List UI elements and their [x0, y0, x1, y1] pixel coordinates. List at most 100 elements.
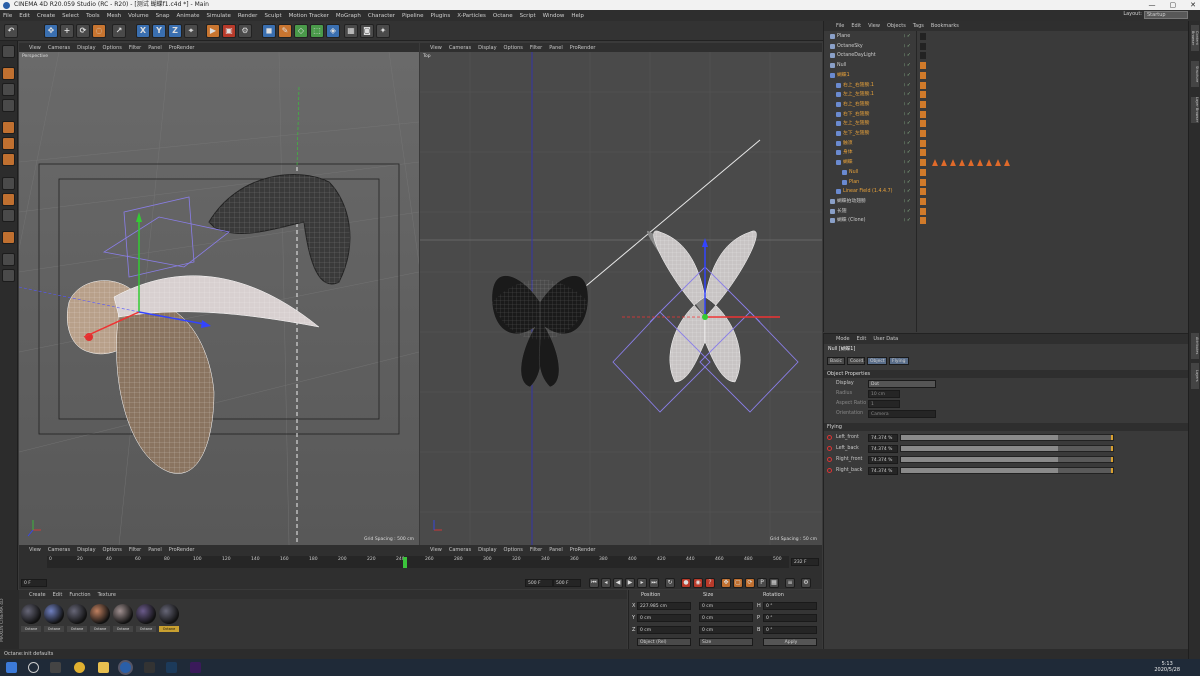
- apply-button[interactable]: Apply: [763, 638, 817, 646]
- object-name[interactable]: Null: [849, 169, 858, 177]
- vp-menu-options[interactable]: Options: [504, 547, 523, 553]
- rotate-tool-icon[interactable]: ⟳: [76, 24, 90, 38]
- render-picture-viewer-icon[interactable]: ▣: [222, 24, 236, 38]
- warning-tag-icon[interactable]: [932, 159, 938, 167]
- object-row[interactable]: 右上_右翅膀 ⁝ ✓: [824, 100, 1189, 109]
- visibility-toggle-icon[interactable]: ⁝ ✓: [904, 150, 911, 156]
- tag-icon[interactable]: [920, 168, 926, 176]
- object-row[interactable]: OctaneDayLight ⁝ ✓: [824, 52, 1189, 60]
- recent-tool-icon[interactable]: ↗: [112, 24, 126, 38]
- windows-start-icon[interactable]: [6, 662, 17, 673]
- menu-character[interactable]: Character: [368, 13, 395, 19]
- play-forward-icon[interactable]: ▶: [625, 578, 635, 588]
- object-row[interactable]: Plane ⁝ ✓: [824, 33, 1189, 41]
- slider-knob[interactable]: [1111, 446, 1113, 451]
- object-name[interactable]: Linear Field (1.4.4.7): [843, 188, 893, 196]
- vp-menu-view[interactable]: View: [430, 45, 442, 51]
- am-menu-user-data[interactable]: User Data: [873, 336, 898, 342]
- warning-tag-icon[interactable]: [986, 159, 992, 167]
- visibility-toggle-icon[interactable]: ⁝ ✓: [904, 160, 911, 166]
- am-menu-edit[interactable]: Edit: [857, 336, 867, 342]
- menu-tools[interactable]: Tools: [86, 13, 100, 19]
- taskbar-clock[interactable]: 5:13 2020/5/28: [1154, 661, 1180, 673]
- menu-render[interactable]: Render: [238, 13, 258, 19]
- object-row[interactable]: Null ⁝ ✓: [824, 168, 1189, 177]
- menu-x-particles[interactable]: X-Particles: [457, 13, 486, 19]
- size-x-field[interactable]: 0 cm: [699, 602, 753, 610]
- tab-flying[interactable]: Flying: [889, 357, 909, 365]
- object-row[interactable]: 蝴蝶 ⁝ ✓: [824, 159, 1189, 167]
- menu-select[interactable]: Select: [62, 13, 79, 19]
- object-row[interactable]: OctaneSky ⁝ ✓: [824, 42, 1189, 51]
- object-row[interactable]: 右下_右翅膀 ⁝ ✓: [824, 110, 1189, 119]
- vp-menu-panel[interactable]: Panel: [148, 547, 162, 553]
- warning-tag-icon[interactable]: [941, 159, 947, 167]
- keyframe-dot-icon[interactable]: [827, 435, 832, 440]
- goto-start-icon[interactable]: ⏮: [589, 578, 599, 588]
- vp-menu-panel[interactable]: Panel: [549, 45, 563, 51]
- menu-motion-tracker[interactable]: Motion Tracker: [289, 13, 329, 19]
- param-slider[interactable]: [900, 456, 1114, 463]
- pla-key-icon[interactable]: ▦: [769, 578, 779, 588]
- visibility-toggle-icon[interactable]: ⁝ ✓: [904, 92, 911, 98]
- rotation-b-field[interactable]: 0 °: [763, 626, 817, 634]
- visibility-toggle-icon[interactable]: ⁝ ✓: [904, 63, 911, 69]
- make-editable-icon[interactable]: [2, 45, 15, 58]
- tab-coord[interactable]: Coord.: [847, 357, 865, 365]
- vp-menu-cameras[interactable]: Cameras: [48, 547, 70, 553]
- object-row[interactable]: 蝴蝶1 ⁝ ✓: [824, 71, 1189, 80]
- maximize-button[interactable]: ▢: [1170, 0, 1177, 10]
- render-settings-icon[interactable]: ⚙: [238, 24, 252, 38]
- vp-menu-filter[interactable]: Filter: [530, 547, 542, 553]
- menu-mograph[interactable]: MoGraph: [336, 13, 361, 19]
- planar-workplane-icon[interactable]: [2, 253, 15, 266]
- visibility-toggle-icon[interactable]: ⁝ ✓: [904, 53, 911, 59]
- object-name[interactable]: 右上_右翅膀: [843, 101, 869, 109]
- object-row[interactable]: 蝴蝶拍动翅膀 ⁝ ✓: [824, 197, 1189, 206]
- cloner-icon[interactable]: ⬚: [310, 24, 324, 38]
- menu-snap[interactable]: Snap: [156, 13, 170, 19]
- playhead[interactable]: [403, 557, 407, 568]
- om-menu-objects[interactable]: Objects: [887, 23, 906, 29]
- tab-basic[interactable]: Basic: [827, 357, 845, 365]
- position-key-icon[interactable]: ✥: [721, 578, 731, 588]
- vp-menu-display[interactable]: Display: [77, 547, 95, 553]
- points-mode-icon[interactable]: [2, 121, 15, 134]
- param-value-field[interactable]: 74.374 %: [868, 467, 898, 475]
- viewport-top[interactable]: View Cameras Display Options Filter Pane…: [420, 43, 822, 545]
- tag-icon[interactable]: [920, 178, 926, 186]
- object-row[interactable]: 右上_右翅膀.1 ⁝ ✓: [824, 81, 1189, 90]
- timeline-settings-icon[interactable]: ⚙: [801, 578, 811, 588]
- tab-structure[interactable]: Structure: [1191, 61, 1199, 87]
- play-backward-icon[interactable]: ◀: [613, 578, 623, 588]
- tag-icon[interactable]: [920, 42, 926, 50]
- object-name[interactable]: OctaneSky: [837, 43, 863, 51]
- vp-menu-cameras[interactable]: Cameras: [449, 547, 471, 553]
- orientation-dropdown[interactable]: Camera: [868, 410, 936, 418]
- menu-simulate[interactable]: Simulate: [207, 13, 231, 19]
- object-name[interactable]: 左上_左翅膀.1: [843, 91, 874, 99]
- tag-icon[interactable]: [920, 149, 926, 157]
- minimize-button[interactable]: —: [1149, 0, 1156, 10]
- object-row[interactable]: 身体 ⁝ ✓: [824, 149, 1189, 157]
- menu-edit[interactable]: Edit: [19, 13, 30, 19]
- light-icon[interactable]: ✦: [376, 24, 390, 38]
- visibility-toggle-icon[interactable]: ⁝ ✓: [904, 189, 911, 195]
- tab-object[interactable]: Object: [867, 357, 887, 365]
- vp-menu-display[interactable]: Display: [478, 547, 496, 553]
- object-row[interactable]: 长翅 ⁝ ✓: [824, 207, 1189, 216]
- subdivision-icon[interactable]: ◇: [294, 24, 308, 38]
- axis-y-button[interactable]: Y: [152, 24, 166, 38]
- render-view-icon[interactable]: ▶: [206, 24, 220, 38]
- om-menu-bookmarks[interactable]: Bookmarks: [931, 23, 959, 29]
- coordinate-mode-dropdown[interactable]: Object (Rel): [637, 638, 691, 646]
- viewport-perspective[interactable]: View Cameras Display Options Filter Pane…: [19, 43, 419, 545]
- workplane-icon[interactable]: [2, 99, 15, 112]
- visibility-toggle-icon[interactable]: ⁝ ✓: [904, 34, 911, 40]
- material-swatch[interactable]: [113, 604, 133, 624]
- mat-menu-texture[interactable]: Texture: [98, 592, 116, 598]
- vp-menu-filter[interactable]: Filter: [530, 45, 542, 51]
- floor-icon[interactable]: ▦: [344, 24, 358, 38]
- object-row[interactable]: 触须 ⁝ ✓: [824, 139, 1189, 148]
- om-menu-view[interactable]: View: [868, 23, 880, 29]
